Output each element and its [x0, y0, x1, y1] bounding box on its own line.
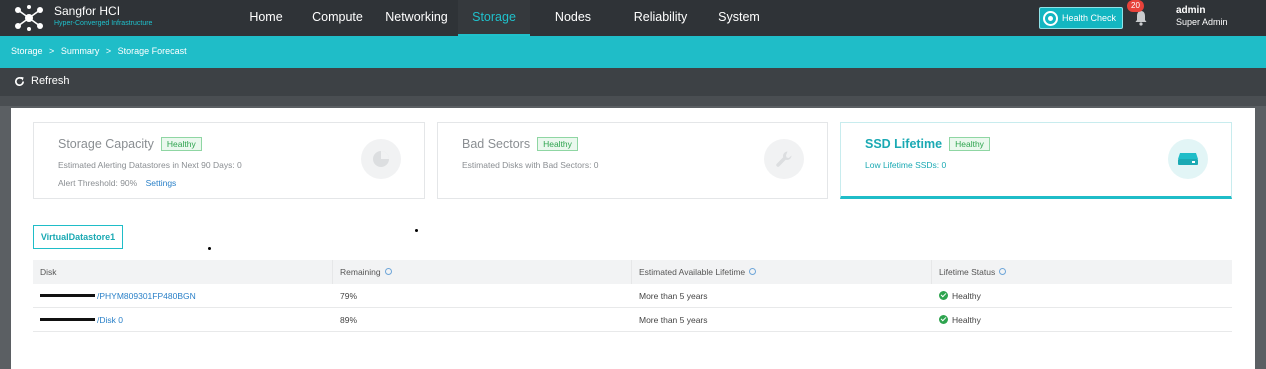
nav-nodes[interactable]: Nodes	[530, 0, 616, 36]
storage-capacity-card[interactable]: Storage Capacity Healthy Estimated Alert…	[33, 122, 425, 199]
storage-capacity-title: Storage Capacity	[58, 137, 154, 151]
column-label: Disk	[40, 267, 57, 277]
notification-badge: 20	[1127, 0, 1144, 12]
app-subtitle: Hyper-Converged Infrastructure	[54, 20, 153, 27]
ssd-lifetime-table: Disk Remaining Estimated Available Lifet…	[33, 260, 1232, 332]
alert-threshold-line: Alert Threshold: 90% Settings	[58, 178, 176, 188]
redacted-ip	[40, 294, 95, 298]
table-row: /Disk 0 89% More than 5 years Healthy	[33, 308, 1232, 332]
health-check-button[interactable]: Health Check	[1039, 7, 1123, 29]
status-badge: Healthy	[537, 137, 578, 151]
pie-chart-icon	[361, 139, 401, 179]
info-icon[interactable]	[999, 268, 1007, 276]
sangfor-logo-icon	[15, 5, 43, 31]
status-cell: Healthy	[932, 308, 1232, 331]
info-icon[interactable]	[749, 268, 757, 276]
ssd-lifetime-card[interactable]: SSD Lifetime Healthy Low Lifetime SSDs: …	[840, 122, 1232, 199]
column-label: Remaining	[340, 267, 381, 277]
ssd-drive-icon	[1168, 139, 1208, 179]
stray-dot	[415, 229, 418, 232]
main-nav: Home Compute Networking Storage Nodes Re…	[232, 0, 773, 36]
low-lifetime-ssds-text: Low Lifetime SSDs: 0	[865, 160, 947, 170]
alert-threshold-text: Alert Threshold: 90%	[58, 178, 138, 188]
ssd-lifetime-title: SSD Lifetime	[865, 137, 943, 151]
nav-networking[interactable]: Networking	[375, 0, 458, 36]
brand: Sangfor HCI Hyper-Converged Infrastructu…	[54, 5, 152, 29]
disk-cell: /Disk 0	[33, 308, 333, 331]
top-navigation-bar: Sangfor HCI Hyper-Converged Infrastructu…	[0, 0, 1266, 36]
column-header-lifetime[interactable]: Estimated Available Lifetime	[632, 260, 932, 284]
check-circle-icon	[939, 291, 948, 301]
breadcrumb: Storage > Summary > Storage Forecast	[0, 36, 1266, 68]
card-title: Bad Sectors Healthy	[462, 137, 578, 151]
nav-compute[interactable]: Compute	[300, 0, 375, 36]
nav-storage[interactable]: Storage	[458, 0, 530, 36]
refresh-label: Refresh	[31, 75, 70, 87]
breadcrumb-summary[interactable]: Summary	[61, 46, 100, 56]
status-text: Healthy	[952, 315, 981, 325]
lifetime-cell: More than 5 years	[639, 291, 708, 301]
info-icon[interactable]	[384, 268, 392, 276]
nav-reliability[interactable]: Reliability	[616, 0, 705, 36]
health-check-icon	[1043, 10, 1058, 26]
user-menu[interactable]: admin Super Admin	[1176, 5, 1228, 28]
status-text: Healthy	[952, 291, 981, 301]
table-row: /PHYM809301FP480BGN 79% More than 5 year…	[33, 284, 1232, 308]
column-header-remaining[interactable]: Remaining	[333, 260, 632, 284]
card-title: Storage Capacity Healthy	[58, 137, 202, 151]
app-name: Sangfor HCI	[54, 4, 121, 18]
health-check-label: Health Check	[1062, 13, 1117, 23]
bad-sectors-title: Bad Sectors	[462, 137, 531, 151]
user-name: admin	[1176, 5, 1206, 16]
alerting-datastores-text: Estimated Alerting Datastores in Next 90…	[58, 160, 242, 170]
breadcrumb-storage[interactable]: Storage	[11, 46, 43, 56]
storage-forecast-panel: Storage Capacity Healthy Estimated Alert…	[11, 108, 1255, 369]
card-title: SSD Lifetime Healthy	[865, 137, 990, 151]
status-cell: Healthy	[932, 284, 1232, 307]
breadcrumb-separator: >	[105, 46, 112, 56]
column-label: Estimated Available Lifetime	[639, 267, 746, 277]
wrench-icon	[764, 139, 804, 179]
toolbar-divider	[0, 96, 1266, 106]
bad-sectors-text: Estimated Disks with Bad Sectors: 0	[462, 160, 599, 170]
disk-link[interactable]: /PHYM809301FP480BGN	[97, 291, 196, 301]
remaining-cell: 89%	[340, 315, 358, 325]
table-header: Disk Remaining Estimated Available Lifet…	[33, 260, 1232, 284]
breadcrumb-separator: >	[49, 46, 55, 56]
datastore-tab-virtualdatastore1[interactable]: VirtualDatastore1	[33, 225, 123, 249]
toolbar: Refresh	[0, 68, 1266, 96]
settings-link[interactable]: Settings	[146, 178, 177, 188]
refresh-button[interactable]: Refresh	[14, 68, 70, 95]
bad-sectors-card[interactable]: Bad Sectors Healthy Estimated Disks with…	[437, 122, 828, 199]
refresh-icon	[15, 76, 24, 86]
bell-icon[interactable]	[1134, 10, 1148, 26]
remaining-cell: 79%	[340, 291, 358, 301]
check-circle-icon	[939, 315, 948, 325]
nav-system[interactable]: System	[705, 0, 773, 36]
stray-dot	[208, 247, 211, 250]
status-badge: Healthy	[949, 137, 990, 151]
disk-link[interactable]: /Disk 0	[97, 315, 123, 325]
lifetime-cell: More than 5 years	[639, 315, 708, 325]
redacted-ip	[40, 318, 95, 322]
column-label: Lifetime Status	[939, 267, 996, 277]
breadcrumb-storage-forecast: Storage Forecast	[117, 46, 187, 56]
column-header-status[interactable]: Lifetime Status	[932, 260, 1232, 284]
column-header-disk[interactable]: Disk	[33, 260, 333, 284]
disk-cell: /PHYM809301FP480BGN	[33, 284, 333, 307]
user-role: Super Admin	[1176, 17, 1228, 27]
status-badge: Healthy	[160, 137, 202, 151]
nav-home[interactable]: Home	[232, 0, 300, 36]
